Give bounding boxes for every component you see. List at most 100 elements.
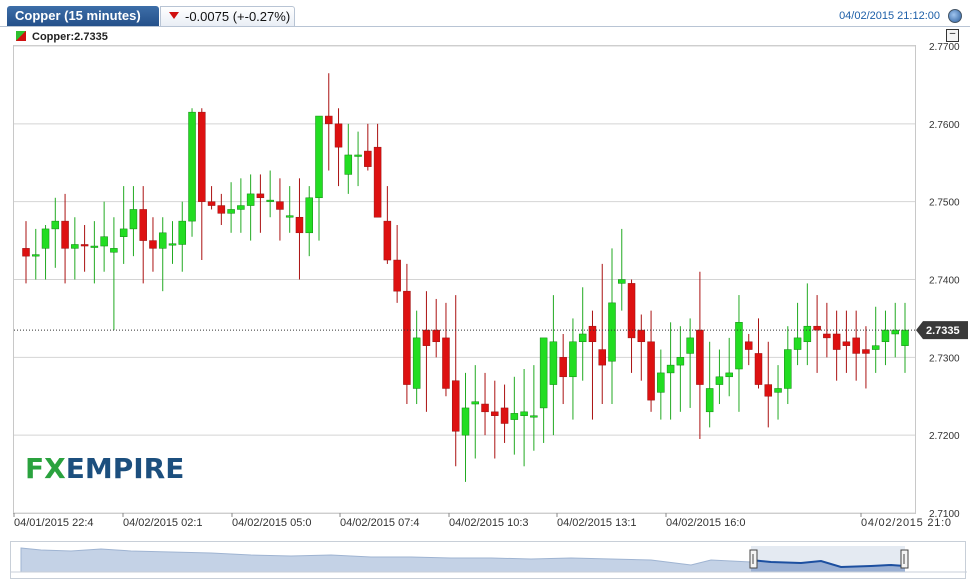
candle-body: [315, 115, 323, 199]
candle-body: [539, 337, 548, 409]
x-tick-label: 04/02/2015 02:1: [123, 517, 203, 529]
x-tick-label: 04/02/2015 21:0: [861, 517, 951, 529]
candle-body: [256, 193, 265, 199]
candle-body: [803, 325, 812, 343]
candle-body: [813, 325, 821, 331]
x-tick-label: 04/01/2015 22:4: [14, 517, 94, 529]
candle-body: [871, 345, 880, 350]
y-tick-label: 2.7200: [929, 431, 960, 442]
candle-body: [588, 325, 597, 343]
navigator-panel[interactable]: [10, 541, 967, 579]
navigator-svg: [11, 546, 967, 573]
candle-body: [705, 388, 714, 413]
candle-body: [852, 337, 860, 354]
candle-body: [549, 341, 558, 385]
candle-body: [471, 401, 480, 405]
candle-body: [305, 197, 313, 234]
x-tick-label: 04/02/2015 10:3: [449, 517, 529, 529]
candle-body: [129, 209, 138, 230]
candle-body: [266, 199, 274, 202]
candle-body: [569, 341, 577, 378]
candle-body: [832, 333, 841, 350]
candle-body: [500, 407, 509, 424]
candle-body: [578, 333, 587, 343]
candle-body: [666, 364, 675, 374]
candle-body: [823, 333, 831, 339]
candle-body: [530, 415, 538, 418]
candle-body: [403, 290, 411, 385]
x-tick-label: 04/02/2015 16:0: [666, 517, 746, 529]
candle-body: [491, 411, 499, 416]
candle-body: [373, 146, 382, 218]
candle-body: [393, 259, 401, 292]
candle-body: [80, 244, 89, 247]
x-tick-label: 04/02/2015 07:4: [340, 517, 420, 529]
candle-body: [432, 329, 440, 343]
candle-body: [22, 248, 30, 257]
candle-body: [188, 111, 196, 222]
candle-body: [51, 220, 60, 230]
candle-body: [71, 244, 79, 249]
candlestick-chart: 2.71002.72002.73002.74002.75002.76002.77…: [13, 42, 968, 529]
candle-body: [227, 209, 235, 214]
candle-body: [725, 372, 733, 378]
candle-body: [735, 322, 743, 370]
candle-body: [842, 341, 851, 346]
candle-body: [647, 341, 655, 401]
candle-body: [158, 232, 167, 249]
candle-body: [559, 357, 567, 378]
y-tick-label: 2.7400: [929, 276, 960, 287]
candle-body: [412, 337, 421, 389]
candle-body: [207, 201, 216, 206]
fxempire-logo: FXEMPIRE: [25, 452, 185, 485]
y-tick-label: 2.7700: [929, 42, 960, 53]
candle-body: [891, 329, 899, 335]
candle-body: [774, 388, 782, 393]
candle-body: [520, 411, 528, 416]
candle-body: [784, 349, 792, 389]
candle-body: [32, 254, 40, 257]
candle-body: [344, 154, 353, 175]
candle-body: [61, 220, 69, 249]
candle-body: [334, 123, 343, 148]
candle-body: [100, 236, 108, 247]
candle-body: [764, 384, 773, 397]
candle-body: [198, 111, 206, 202]
candle-body: [119, 228, 128, 237]
candle-body: [139, 209, 147, 241]
candle-body: [451, 380, 460, 432]
candle-body: [246, 193, 255, 206]
candle-body: [383, 220, 392, 261]
candle-body: [276, 201, 284, 210]
candle-body: [510, 413, 519, 420]
candle-body: [686, 337, 694, 354]
candle-body: [178, 220, 187, 245]
candle-body: [637, 329, 646, 343]
candle-body: [696, 329, 704, 385]
y-tick-label: 2.7300: [929, 353, 960, 364]
candle-body: [354, 154, 362, 157]
candle-body: [793, 337, 802, 350]
candle-body: [295, 216, 304, 234]
candle-body: [862, 349, 870, 354]
candle-body: [715, 376, 724, 385]
candle-body: [285, 215, 294, 218]
candle-body: [461, 407, 470, 436]
candle-body: [41, 228, 50, 249]
candle-body: [90, 245, 99, 248]
candle-body: [657, 372, 665, 393]
candle-body: [618, 279, 626, 284]
candle-body: [442, 337, 450, 389]
x-tick-label: 04/02/2015 05:0: [232, 517, 312, 529]
candle-body: [422, 329, 431, 346]
y-tick-label: 2.7600: [929, 120, 960, 131]
candle-body: [754, 353, 763, 385]
candle-body: [217, 205, 226, 214]
candle-body: [608, 302, 616, 362]
candle-body: [110, 248, 118, 253]
candle-body: [676, 357, 685, 366]
candle-body: [168, 243, 177, 246]
candle-body: [481, 403, 489, 413]
candle-body: [598, 349, 606, 366]
candle-body: [901, 329, 909, 346]
